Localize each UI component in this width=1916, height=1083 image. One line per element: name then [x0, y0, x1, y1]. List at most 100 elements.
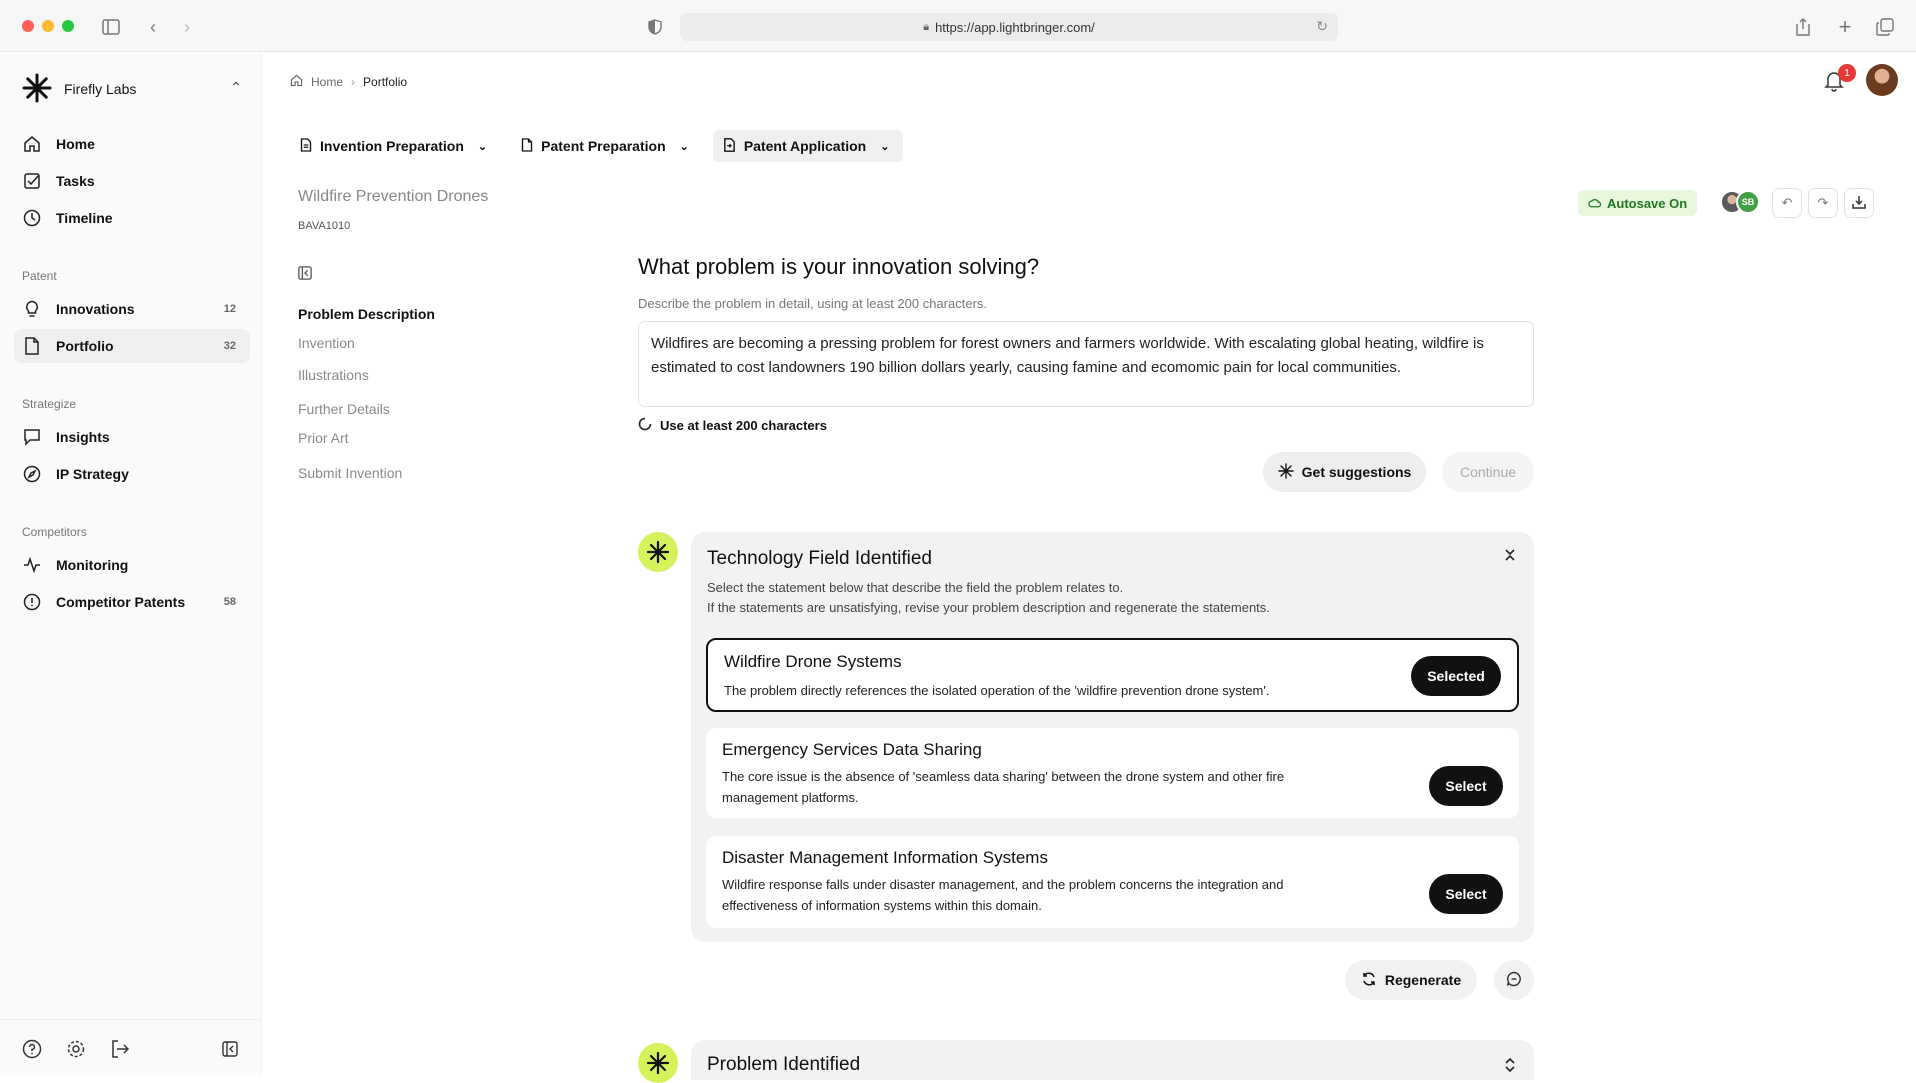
document-icon [521, 137, 533, 155]
step-prior-art[interactable]: Prior Art [298, 430, 349, 446]
minimize-window-button[interactable] [42, 19, 54, 32]
chevron-down-icon: ⌄ [880, 140, 890, 153]
option-card-wildfire-drone-systems[interactable]: Wildfire Drone Systems The problem direc… [706, 638, 1519, 712]
autosave-badge[interactable]: Autosave On [1578, 190, 1698, 216]
problem-description-input[interactable]: Wildfires are becoming a pressing proble… [638, 321, 1534, 407]
regenerate-label: Regenerate [1384, 972, 1462, 988]
sidebar-item-tasks[interactable]: Tasks [14, 164, 250, 198]
continue-button[interactable]: Continue [1442, 452, 1534, 492]
character-requirement: Use at least 200 characters [638, 417, 827, 434]
spinner-icon [638, 417, 652, 434]
sidebar-item-ip-strategy[interactable]: IP Strategy [14, 457, 250, 491]
chevron-updown-icon[interactable]: ⌃ [230, 79, 242, 96]
home-icon[interactable] [290, 74, 303, 90]
question-hint: Describe the problem in detail, using at… [638, 296, 988, 311]
undo-button[interactable]: ↶ [1772, 188, 1802, 218]
step-illustrations[interactable]: Illustrations [298, 367, 369, 383]
checkbox-icon [22, 171, 42, 191]
download-icon [1852, 195, 1866, 212]
sidebar-toggle-icon[interactable] [100, 16, 122, 38]
share-icon[interactable] [1792, 16, 1814, 38]
shield-icon[interactable] [644, 16, 666, 38]
sidebar-item-label: Timeline [56, 210, 113, 226]
get-suggestions-button[interactable]: Get suggestions [1263, 452, 1426, 492]
close-window-button[interactable] [22, 19, 34, 32]
download-button[interactable] [1844, 188, 1874, 218]
section-label-strategize: Strategize [22, 397, 77, 411]
step-submit-invention[interactable]: Submit Invention [298, 465, 402, 481]
clock-icon [22, 208, 42, 228]
tab-patent-application[interactable]: Patent Application ⌄ [712, 130, 904, 162]
org-switcher[interactable]: Firefly Labs ⌃ [22, 71, 242, 107]
sidebar-item-label: Home [56, 136, 95, 152]
sidebar-item-label: Tasks [56, 173, 95, 189]
technology-field-panel: Technology Field Identified Select the s… [691, 532, 1534, 942]
technology-field-title: Technology Field Identified [707, 548, 932, 569]
chevron-right-icon: › [351, 75, 356, 89]
project-title: Wildfire Prevention Drones [298, 188, 489, 205]
settings-icon[interactable] [65, 1038, 87, 1060]
expand-toggle-icon[interactable] [1504, 1057, 1516, 1075]
back-icon[interactable]: ‹ [142, 16, 164, 38]
option-card-emergency-services-data-sharing[interactable]: Emergency Services Data Sharing The core… [706, 728, 1519, 818]
project-code: BAVA1010 [298, 220, 351, 232]
description-line: Select the statement below that describe… [707, 580, 1124, 595]
tab-patent-preparation[interactable]: Patent Preparation ⌄ [511, 130, 703, 162]
forward-icon[interactable]: › [176, 16, 198, 38]
step-invention[interactable]: Invention [298, 335, 355, 351]
character-requirement-text: Use at least 200 characters [660, 418, 827, 433]
sparkle-icon [1277, 462, 1294, 482]
sidebar-item-timeline[interactable]: Timeline [14, 201, 250, 235]
sidebar-item-portfolio[interactable]: Portfolio 32 [14, 329, 250, 363]
sidebar-item-label: Monitoring [56, 557, 129, 573]
redo-button[interactable]: ↷ [1808, 188, 1838, 218]
assistant-avatar-icon [638, 1043, 678, 1083]
collapse-sidebar-icon[interactable] [219, 1038, 241, 1060]
tabs-overview-icon[interactable] [1874, 16, 1896, 38]
logout-icon[interactable] [109, 1038, 131, 1060]
regenerate-button[interactable]: Regenerate [1345, 960, 1477, 1000]
notifications-button[interactable]: 1 [1824, 64, 1856, 94]
lock-icon: 🔒︎ [923, 20, 930, 33]
home-icon [22, 134, 42, 154]
document-icon [300, 137, 312, 155]
selected-button[interactable]: Selected [1411, 656, 1501, 696]
tab-invention-preparation[interactable]: Invention Preparation ⌄ [290, 130, 501, 162]
maximize-window-button[interactable] [62, 19, 74, 32]
section-label-patent: Patent [22, 269, 57, 283]
chat-bubble-icon [1506, 971, 1522, 990]
url-text: https://app.lightbringer.com/ [935, 19, 1095, 35]
step-problem-description[interactable]: Problem Description [298, 306, 435, 322]
document-arrow-icon [723, 137, 736, 155]
redo-icon: ↷ [1817, 195, 1829, 210]
tab-label: Patent Application [743, 138, 867, 154]
alert-circle-icon [22, 592, 42, 612]
assistant-avatar-icon [638, 532, 678, 572]
browser-toolbar: ‹ › 🔒︎ https://app.lightbringer.com/ ↻ + [0, 0, 1916, 52]
sidebar-item-home[interactable]: Home [14, 127, 250, 161]
collapse-toggle-icon[interactable] [1504, 548, 1516, 565]
collaborator-avatars[interactable]: SB [1720, 190, 1760, 214]
option-card-disaster-management-information-systems[interactable]: Disaster Management Information Systems … [706, 836, 1519, 928]
address-bar[interactable]: 🔒︎ https://app.lightbringer.com/ ↻ [680, 13, 1338, 41]
sidebar-item-innovations[interactable]: Innovations 12 [14, 292, 250, 326]
feedback-button[interactable] [1494, 960, 1534, 1000]
sidebar-item-insights[interactable]: Insights [14, 420, 250, 454]
help-icon[interactable] [21, 1038, 43, 1060]
sidebar-item-monitoring[interactable]: Monitoring [14, 548, 250, 582]
sidebar-item-label: Competitor Patents [56, 594, 186, 610]
collapse-panel-icon[interactable] [298, 266, 312, 283]
new-tab-icon[interactable]: + [1834, 14, 1856, 39]
sidebar-item-competitor-patents[interactable]: Competitor Patents 58 [14, 585, 250, 619]
reload-icon[interactable]: ↻ [1316, 18, 1328, 35]
select-button[interactable]: Select [1429, 766, 1503, 806]
select-button[interactable]: Select [1429, 874, 1503, 914]
notification-count-badge: 1 [1838, 64, 1856, 82]
user-avatar[interactable] [1866, 64, 1898, 96]
step-further-details[interactable]: Further Details [298, 401, 390, 417]
section-label-competitors: Competitors [22, 525, 87, 539]
option-description: The core issue is the absence of 'seamle… [722, 769, 1285, 805]
chevron-down-icon: ⌄ [477, 140, 488, 153]
lightbulb-icon [22, 299, 42, 319]
breadcrumb-home[interactable]: Home [311, 75, 343, 89]
